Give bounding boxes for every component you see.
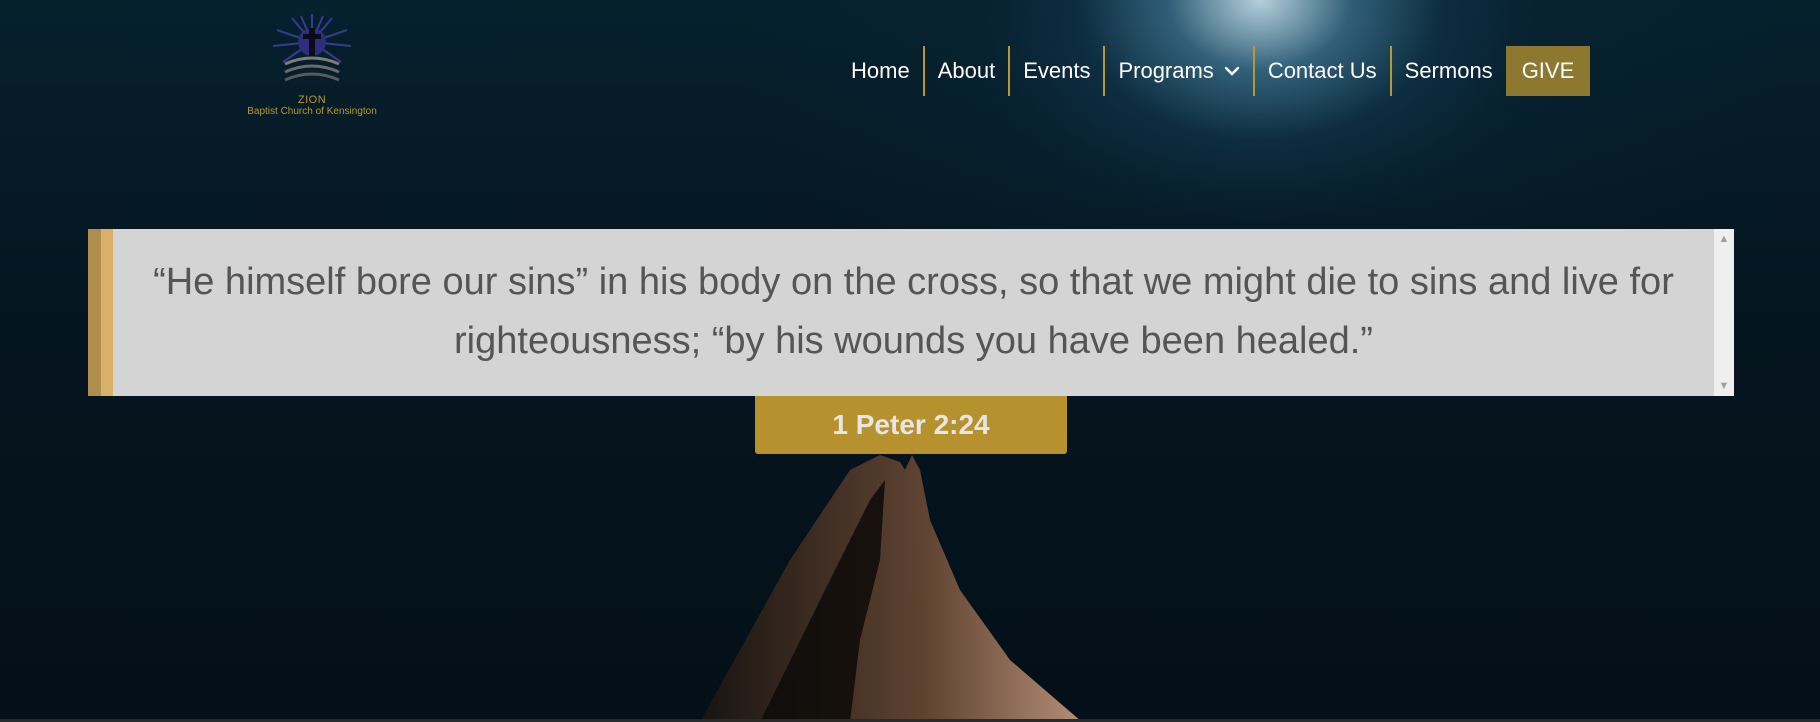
nav-programs-label: Programs xyxy=(1118,58,1214,83)
scripture-quote: “He himself bore our sins” in his body o… xyxy=(153,261,1674,362)
nav-events-label: Events xyxy=(1023,58,1091,83)
give-button[interactable]: GIVE xyxy=(1505,46,1591,96)
nav-contact-us[interactable]: Contact Us xyxy=(1255,46,1390,96)
nav-about[interactable]: About xyxy=(925,46,1009,96)
scripture-quote-box: “He himself bore our sins” in his body o… xyxy=(88,229,1734,396)
logo-name: ZION xyxy=(297,94,327,106)
chevron-down-icon xyxy=(1224,66,1240,76)
scripture-reference: 1 Peter 2:24 xyxy=(755,396,1067,454)
quote-accent-bar-light xyxy=(101,229,113,396)
cross-sunburst-icon xyxy=(272,14,352,82)
quote-accent-bar xyxy=(88,229,101,396)
nav-sermons[interactable]: Sermons xyxy=(1392,46,1506,96)
main-nav: Home About Events Programs Contact Us Se… xyxy=(838,46,1591,96)
scroll-up-icon[interactable]: ▲ xyxy=(1714,231,1734,247)
nav-about-label: About xyxy=(937,58,996,83)
nav-contact-us-label: Contact Us xyxy=(1267,58,1377,83)
nav-home[interactable]: Home xyxy=(838,46,923,96)
scroll-down-icon[interactable]: ▼ xyxy=(1714,378,1734,394)
logo-subtitle: Baptist Church of Kensington xyxy=(247,106,377,117)
quote-scrollbar[interactable]: ▲ ▼ xyxy=(1714,229,1734,396)
nav-sermons-label: Sermons xyxy=(1404,58,1493,83)
nav-programs[interactable]: Programs xyxy=(1105,46,1252,96)
nav-home-label: Home xyxy=(851,58,910,83)
nav-events[interactable]: Events xyxy=(1010,46,1103,96)
church-logo[interactable]: ZION Baptist Church of Kensington xyxy=(232,12,392,124)
